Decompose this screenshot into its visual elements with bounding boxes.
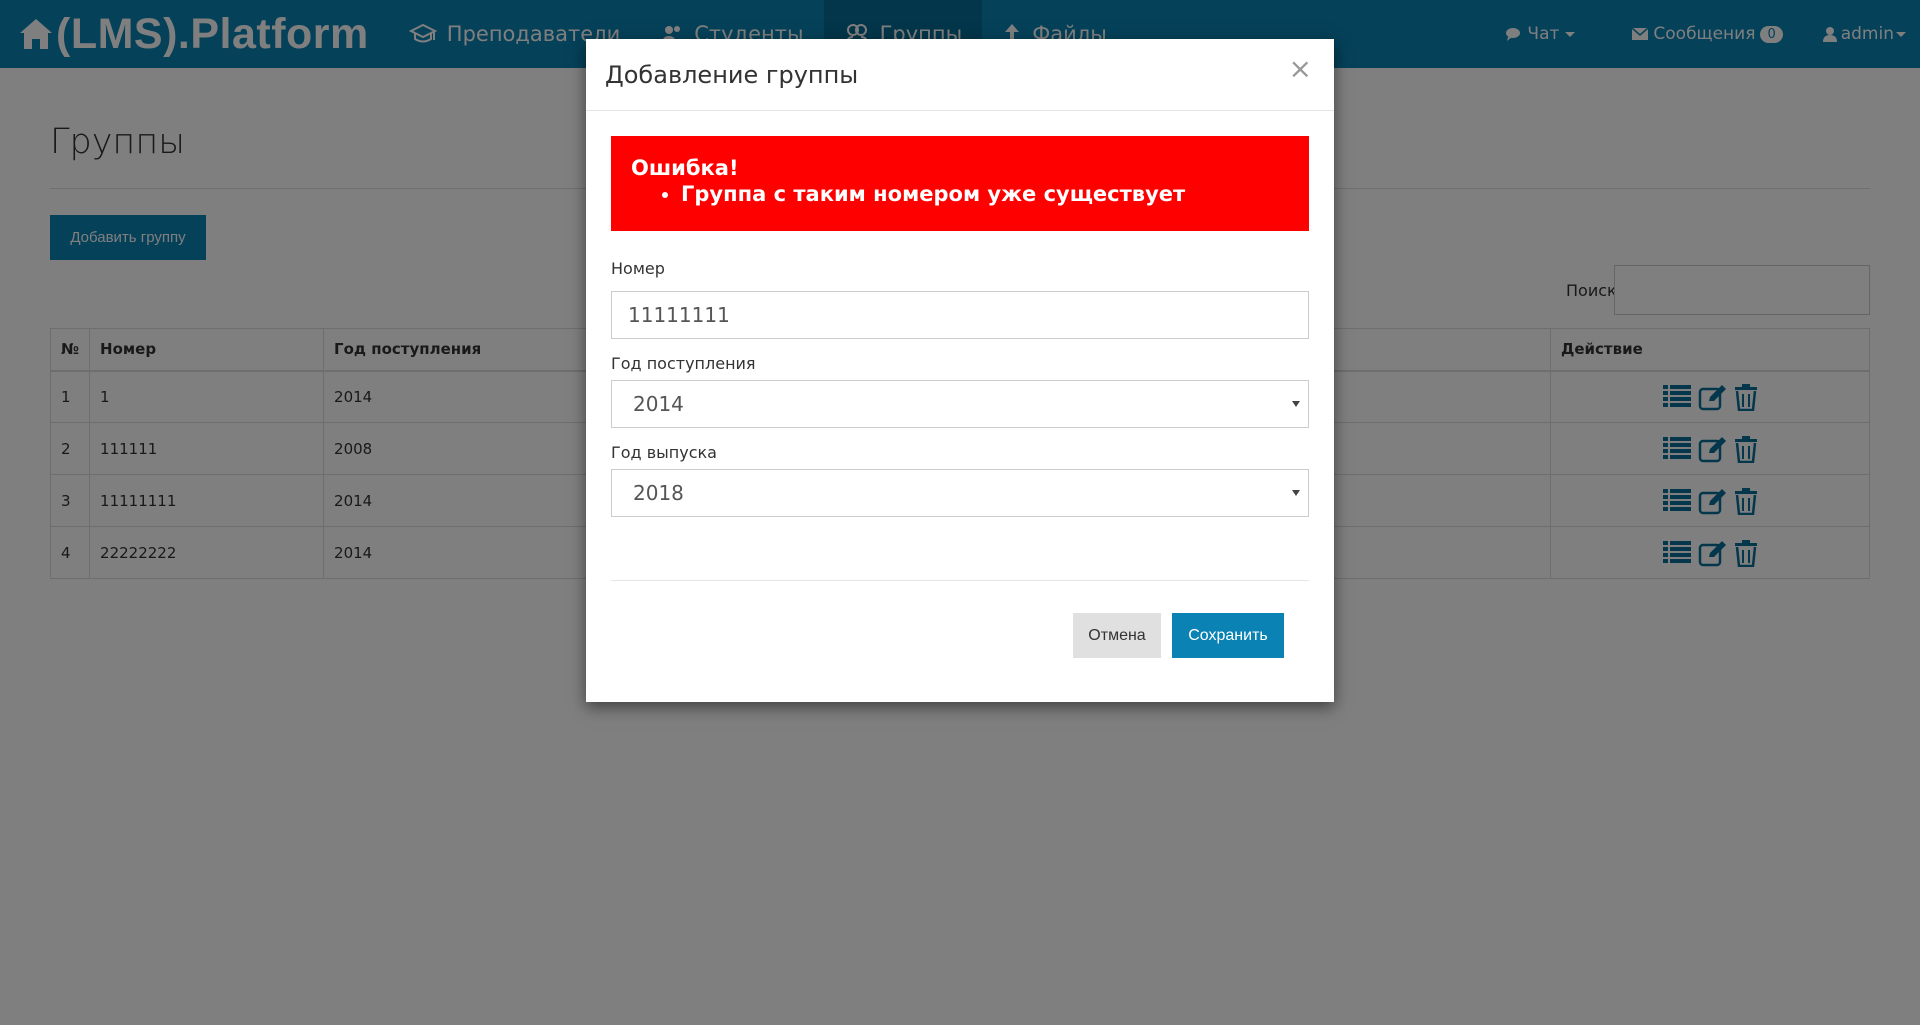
modal-title: Добавление группы — [605, 60, 859, 89]
chevron-down-icon — [1292, 401, 1300, 407]
enroll-year-select[interactable]: 2014 — [611, 380, 1309, 428]
error-title: Ошибка! — [631, 156, 739, 180]
enroll-year-label: Год поступления — [611, 354, 756, 373]
add-group-modal: Добавление группы × Ошибка! Группа с так… — [586, 39, 1334, 702]
modal-divider — [611, 580, 1309, 581]
grad-year-label: Год выпуска — [611, 443, 717, 462]
number-input[interactable]: 11111111 — [611, 291, 1309, 339]
chevron-down-icon — [1292, 490, 1300, 496]
grad-year-select[interactable]: 2018 — [611, 469, 1309, 517]
error-item: Группа с таким номером уже существует — [681, 182, 1289, 206]
number-label: Номер — [611, 259, 665, 278]
grad-year-value: 2018 — [633, 481, 684, 505]
close-icon[interactable]: × — [1289, 55, 1312, 83]
save-button[interactable]: Сохранить — [1172, 613, 1284, 658]
cancel-button[interactable]: Отмена — [1073, 613, 1161, 658]
error-list: Группа с таким номером уже существует — [631, 182, 1289, 206]
enroll-year-value: 2014 — [633, 392, 684, 416]
error-alert: Ошибка! Группа с таким номером уже сущес… — [611, 136, 1309, 231]
modal-header: Добавление группы × — [586, 39, 1334, 111]
